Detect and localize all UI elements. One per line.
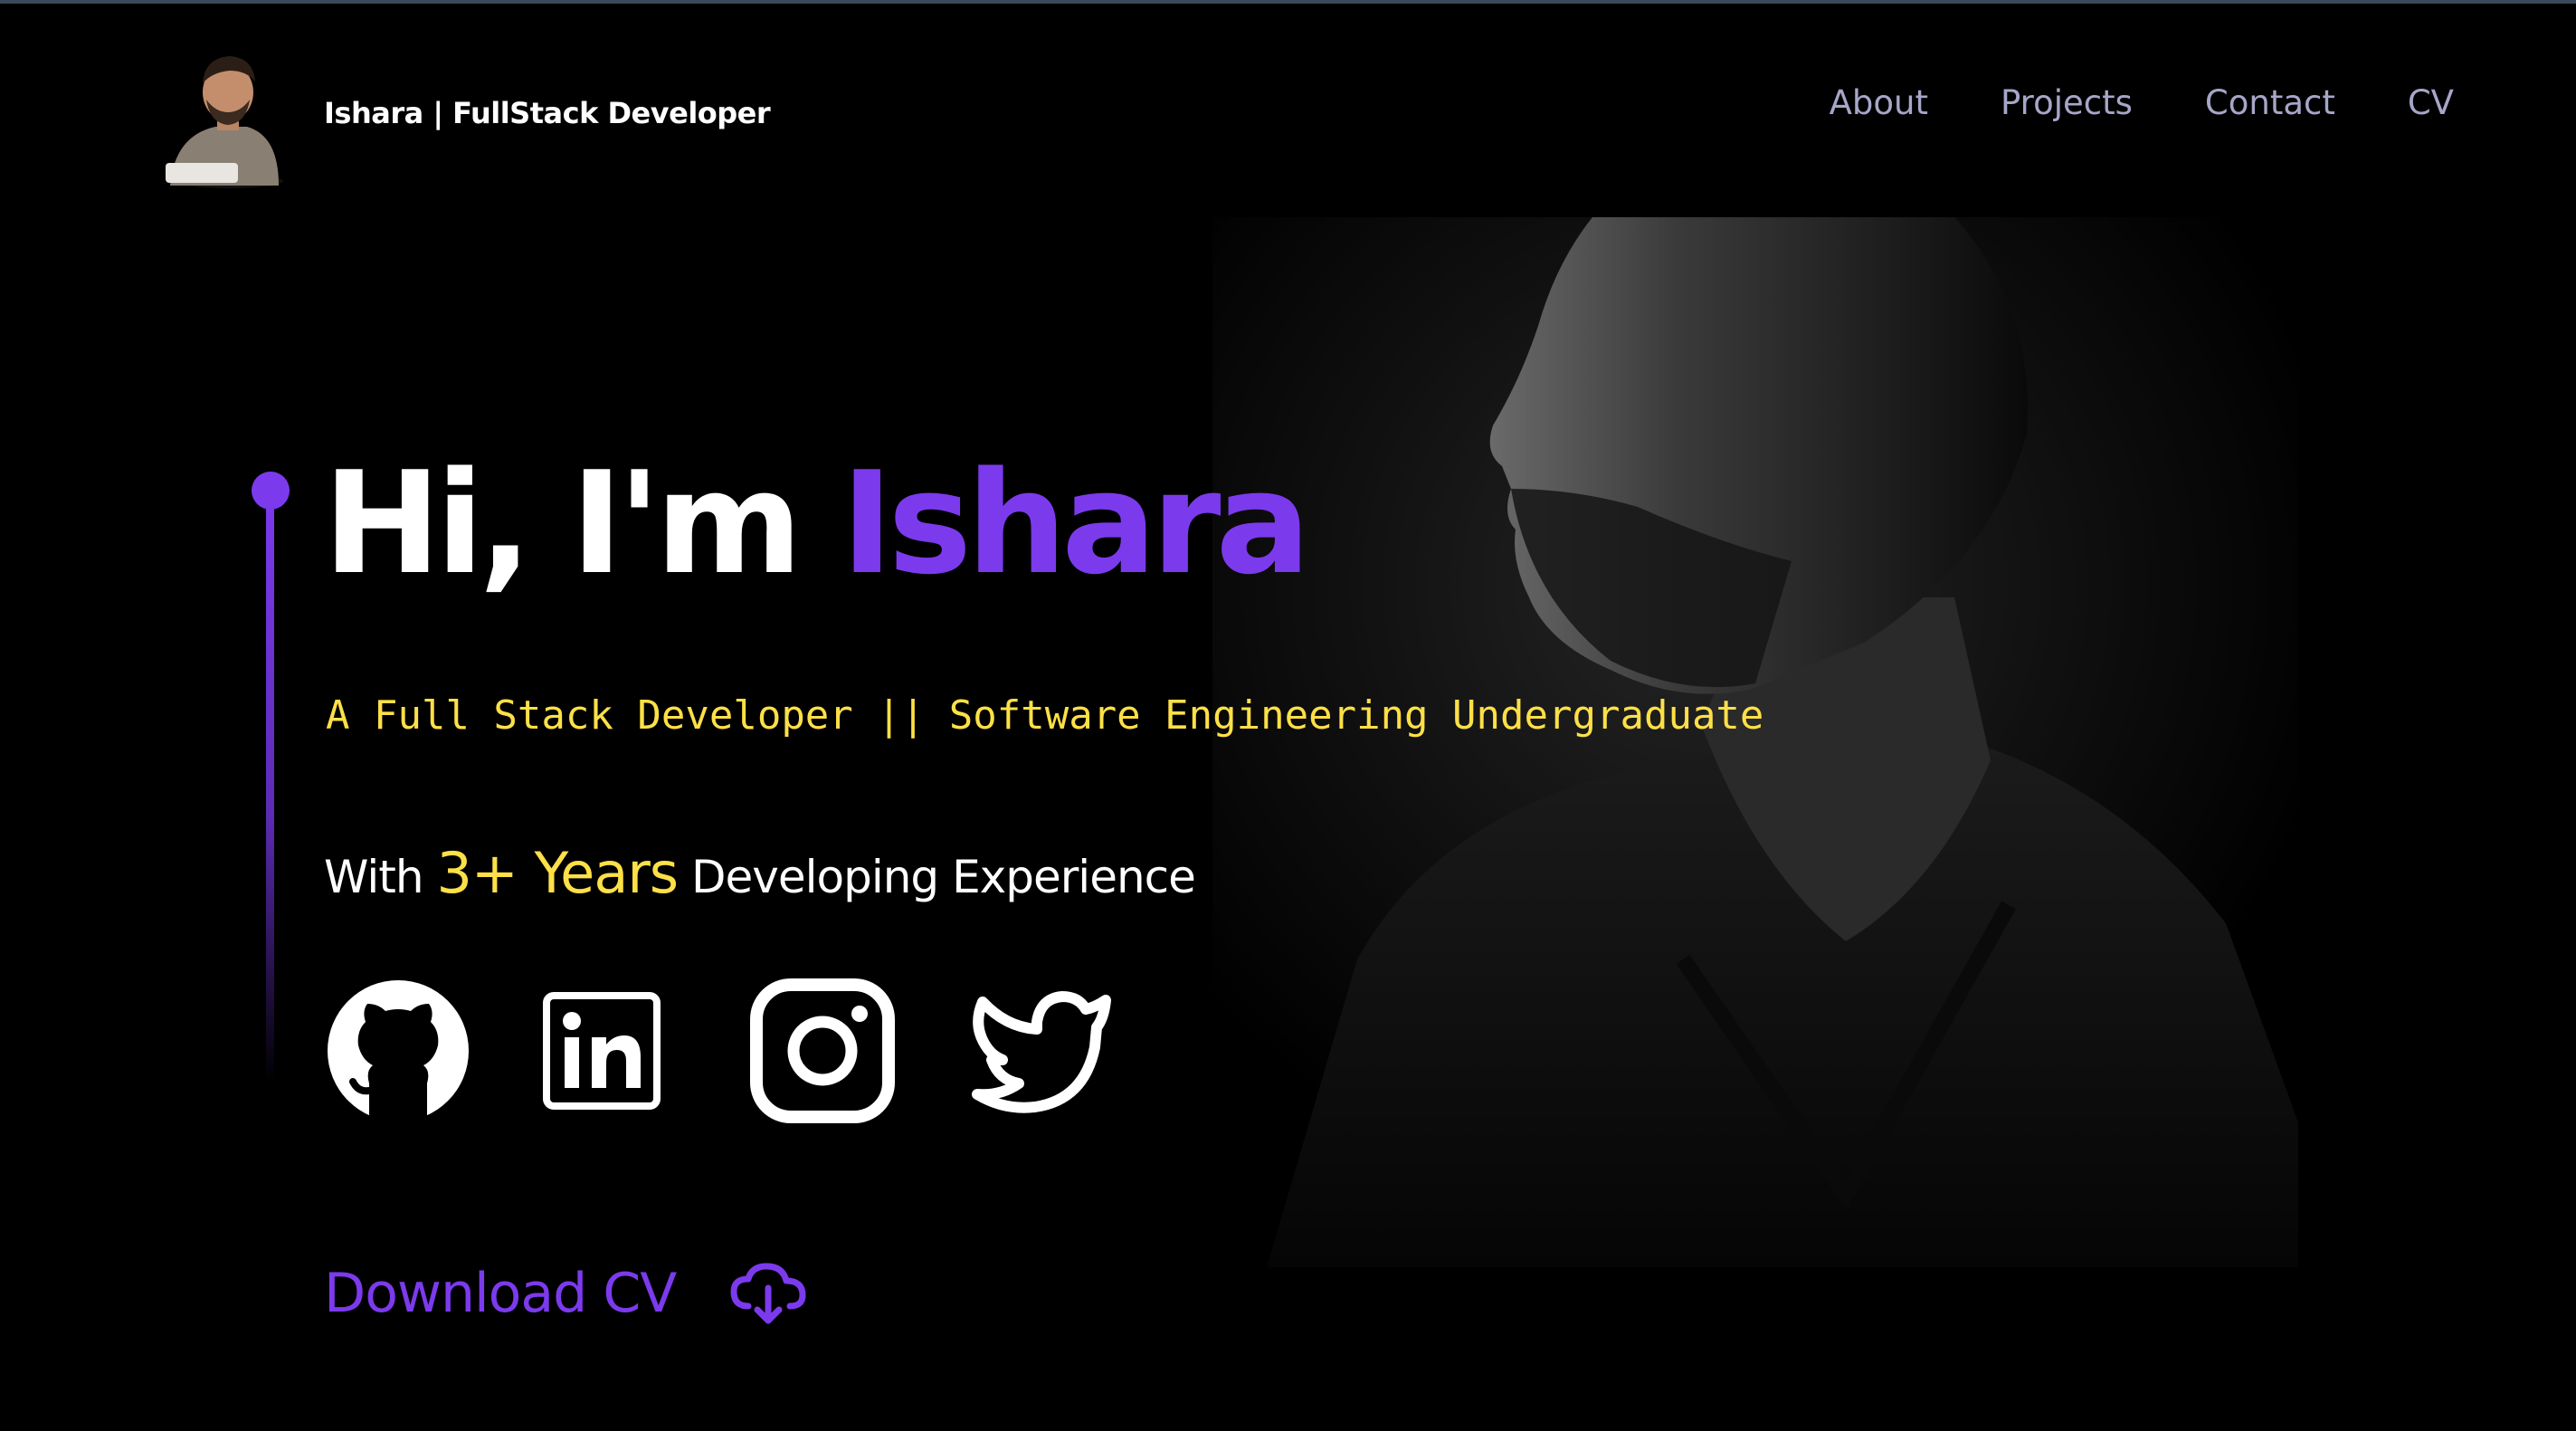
nav-contact-link[interactable]: Contact bbox=[2205, 83, 2335, 122]
instagram-icon bbox=[750, 978, 895, 1123]
cloud-download-icon bbox=[730, 1263, 806, 1324]
linkedin-link[interactable] bbox=[543, 992, 661, 1110]
linkedin-icon bbox=[543, 992, 661, 1110]
nav-projects-link[interactable]: Projects bbox=[2001, 83, 2133, 122]
main-nav: About Projects Contact CV bbox=[1830, 83, 2454, 122]
download-cv-label: Download CV bbox=[324, 1262, 677, 1325]
brand-name: Ishara | FullStack Developer bbox=[324, 96, 771, 130]
download-cv-button[interactable]: Download CV bbox=[324, 1261, 806, 1326]
hero-headline: Hi, I'm Ishara bbox=[323, 453, 1311, 594]
github-icon bbox=[328, 980, 469, 1123]
twitter-link[interactable] bbox=[968, 987, 1113, 1114]
timeline-line bbox=[266, 493, 274, 1082]
hero-greeting: Hi, I'm bbox=[323, 441, 803, 606]
experience-years: 3+ Years bbox=[436, 840, 679, 906]
page: Ishara | FullStack Developer About Proje… bbox=[0, 0, 2576, 1431]
hero-subtitle: A Full Stack Developer || Software Engin… bbox=[326, 692, 1764, 739]
nav-about-link[interactable]: About bbox=[1830, 83, 1928, 122]
experience-prefix: With bbox=[324, 851, 424, 903]
instagram-link[interactable] bbox=[749, 978, 896, 1124]
twitter-icon bbox=[972, 991, 1111, 1113]
social-links bbox=[326, 978, 1113, 1124]
avatar bbox=[166, 56, 283, 188]
brand[interactable]: Ishara | FullStack Developer bbox=[152, 36, 771, 190]
hero-name: Ishara bbox=[841, 441, 1310, 606]
nav-cv-link[interactable]: CV bbox=[2408, 83, 2454, 122]
experience-line: With 3+ Years Developing Experience bbox=[324, 840, 1196, 906]
experience-suffix: Developing Experience bbox=[691, 851, 1196, 903]
github-link[interactable] bbox=[326, 978, 471, 1123]
site-header: Ishara | FullStack Developer About Proje… bbox=[0, 0, 2576, 217]
